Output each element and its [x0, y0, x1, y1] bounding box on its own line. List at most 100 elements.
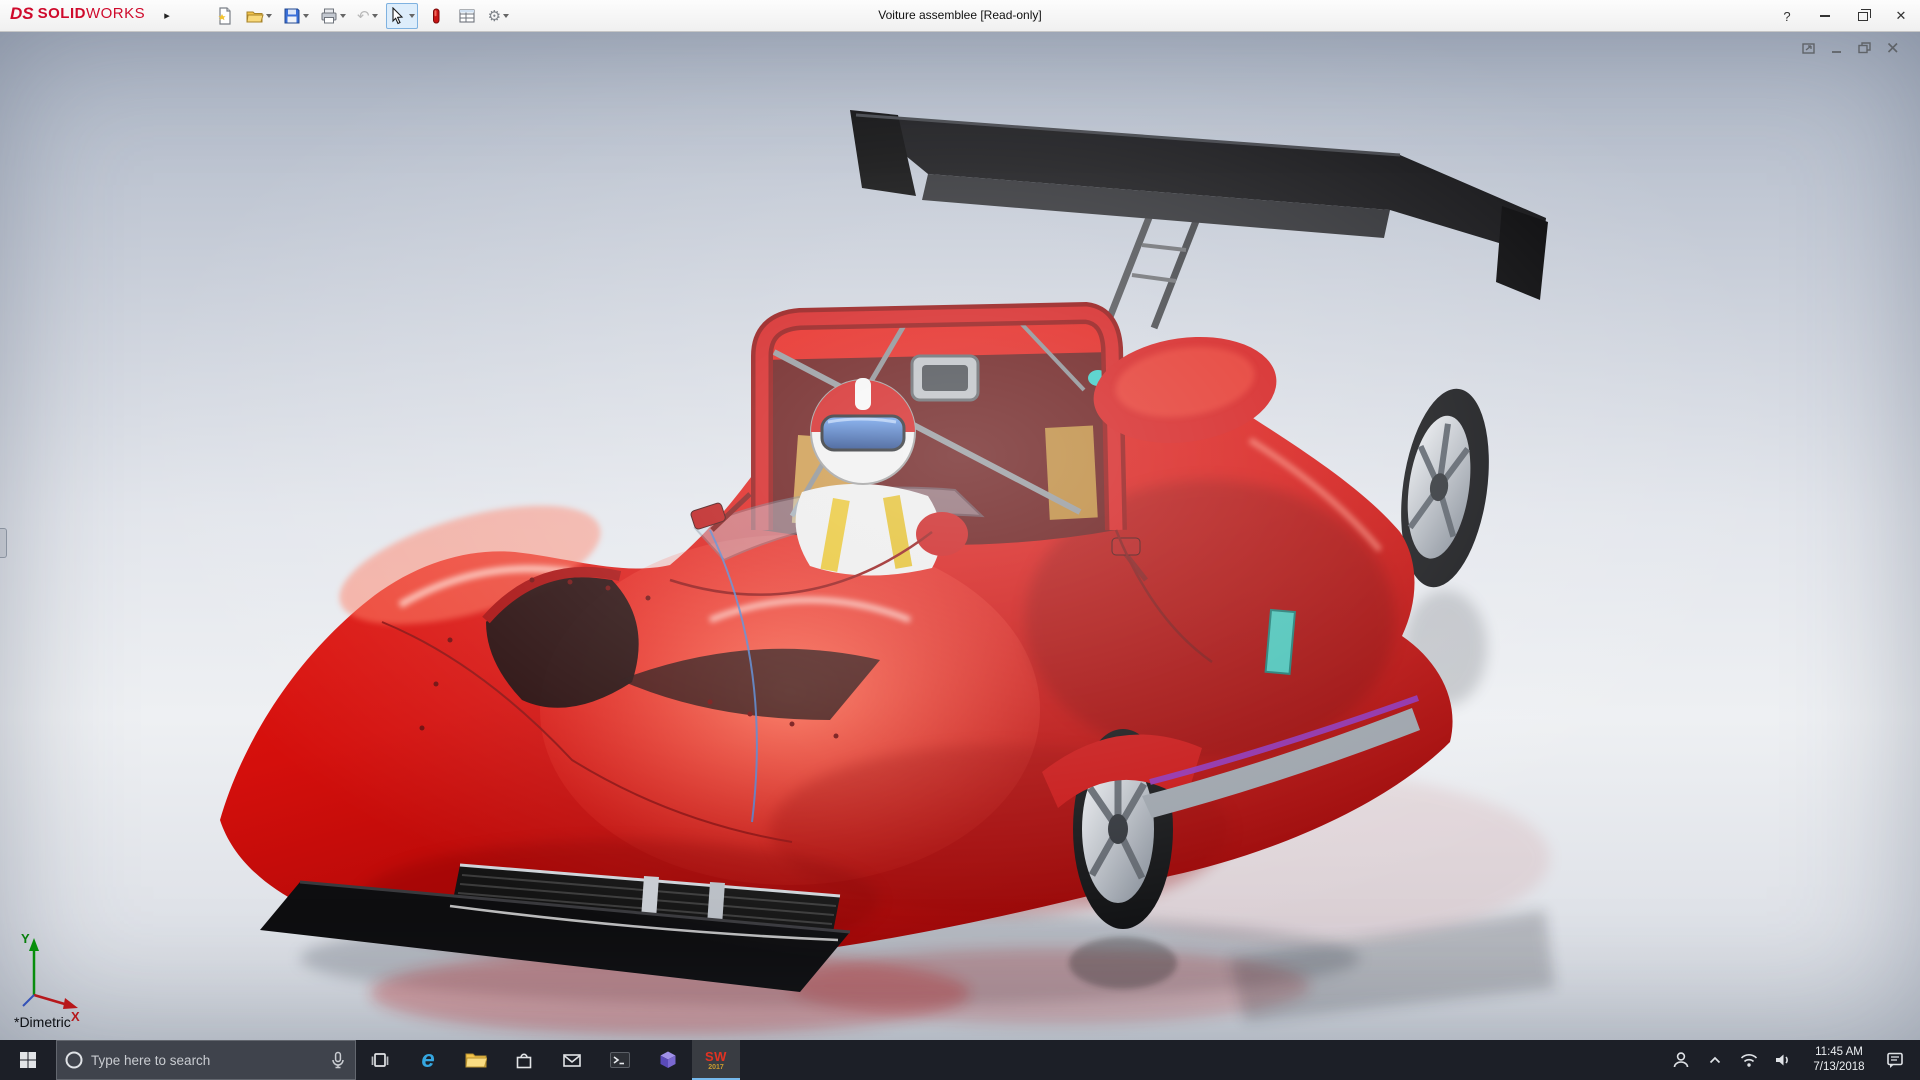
save-button[interactable]: [280, 3, 312, 29]
menu-flyout-arrow-icon[interactable]: ▸: [158, 3, 176, 27]
speaker-icon: [1773, 1051, 1793, 1069]
help-button[interactable]: ?: [1776, 5, 1798, 27]
taskbar-app-mail[interactable]: [548, 1040, 596, 1080]
doc-restore-icon: [1857, 41, 1873, 55]
options-dropdown-caret-icon[interactable]: [503, 14, 509, 18]
cube-app-icon: [658, 1050, 678, 1070]
windows-logo-icon: [19, 1051, 37, 1069]
doc-close-button[interactable]: [1884, 40, 1902, 56]
action-center-icon: [1885, 1050, 1905, 1070]
new-document-icon: [216, 7, 234, 25]
undo-icon: ↶: [357, 7, 370, 25]
wifi-icon: [1739, 1051, 1759, 1069]
graphics-viewport[interactable]: Y X *Dimetric: [0, 32, 1920, 1040]
featuremanager-collapsed-tab[interactable]: [0, 528, 7, 558]
clock-time: 11:45 AM: [1815, 1045, 1863, 1060]
action-center-button[interactable]: [1880, 1040, 1910, 1080]
task-view-icon: [370, 1050, 390, 1070]
terminal-icon: [609, 1050, 631, 1070]
save-floppy-icon: [283, 7, 301, 25]
edge-icon: e: [421, 1046, 434, 1074]
close-button[interactable]: ✕: [1890, 5, 1912, 27]
air-intake: [912, 356, 978, 400]
titlebar: DS SOLIDWORKS ▸: [0, 0, 1920, 32]
doc-close-icon: [1885, 41, 1901, 55]
brand-works: WORKS: [86, 5, 145, 22]
close-icon: ✕: [1896, 8, 1907, 24]
quick-access-toolbar: ↶ ⚙: [212, 2, 512, 30]
properties-table-icon: [458, 7, 476, 25]
rear-wing: [850, 110, 1548, 328]
solidworks-logo: DS SOLIDWORKS: [10, 4, 145, 24]
x-axis-arrow-icon: [63, 998, 78, 1009]
window-controls: ? ✕: [1776, 0, 1912, 32]
windows-taskbar: e SW 20: [0, 1040, 1920, 1080]
document-window-controls: [1800, 40, 1902, 56]
start-button[interactable]: [0, 1040, 56, 1080]
undo-dropdown-caret-icon[interactable]: [372, 14, 378, 18]
doc-minimize-icon: [1829, 41, 1845, 55]
brand-solid: SOLID: [38, 5, 86, 22]
search-input[interactable]: [91, 1053, 321, 1068]
macro-record-button[interactable]: [423, 3, 449, 29]
hidden-icons-button[interactable]: [1700, 1040, 1730, 1080]
macro-record-icon: [427, 7, 445, 25]
printer-icon: [320, 7, 338, 25]
solidworks-2017-icon: SW 2017: [705, 1050, 727, 1071]
open-button[interactable]: [243, 3, 275, 29]
select-dropdown-caret-icon[interactable]: [409, 14, 415, 18]
side-window-cyan: [1266, 610, 1295, 674]
open-folder-icon: [246, 7, 264, 25]
network-button[interactable]: [1734, 1040, 1764, 1080]
taskbar-app-edge[interactable]: e: [404, 1040, 452, 1080]
taskbar-app-store[interactable]: [500, 1040, 548, 1080]
taskbar-app-solidworks[interactable]: SW 2017: [692, 1040, 740, 1080]
doc-restore-button[interactable]: [1856, 40, 1874, 56]
mail-icon: [562, 1051, 582, 1069]
taskbar-app-file-explorer[interactable]: [452, 1040, 500, 1080]
doc-restore-up-button[interactable]: [1800, 40, 1818, 56]
store-bag-icon: [514, 1050, 534, 1070]
race-car-model[interactable]: [150, 60, 1570, 1040]
taskbar-app-terminal[interactable]: [596, 1040, 644, 1080]
doc-minimize-button[interactable]: [1828, 40, 1846, 56]
save-dropdown-caret-icon[interactable]: [303, 14, 309, 18]
microphone-icon: [330, 1051, 346, 1069]
volume-button[interactable]: [1768, 1040, 1798, 1080]
taskbar-clock[interactable]: 11:45 AM 7/13/2018: [1802, 1040, 1876, 1080]
properties-button[interactable]: [454, 3, 480, 29]
minimize-icon: [1820, 15, 1830, 17]
restore-icon: [1858, 12, 1868, 21]
orientation-triad: Y X: [16, 925, 86, 1021]
microphone-button[interactable]: [321, 1051, 355, 1069]
file-explorer-icon: [465, 1050, 487, 1070]
system-tray: 11:45 AM 7/13/2018: [1666, 1040, 1920, 1080]
print-button[interactable]: [317, 3, 349, 29]
chevron-up-icon: [1707, 1052, 1723, 1068]
select-cursor-icon: [389, 7, 407, 25]
person-icon: [1671, 1050, 1691, 1070]
y-axis-arrow-icon: [29, 938, 39, 951]
restore-button[interactable]: [1852, 5, 1874, 27]
gear-icon: ⚙: [488, 7, 501, 25]
taskbar-search[interactable]: [56, 1040, 356, 1080]
taskbar-app-cad-cube[interactable]: [644, 1040, 692, 1080]
clock-date: 7/13/2018: [1813, 1060, 1864, 1075]
print-dropdown-caret-icon[interactable]: [340, 14, 346, 18]
view-orientation-label: *Dimetric: [14, 1014, 71, 1030]
undo-button[interactable]: ↶: [354, 3, 381, 29]
doc-restore-up-icon: [1801, 41, 1817, 55]
options-button[interactable]: ⚙: [485, 3, 512, 29]
select-arrow-button[interactable]: [386, 3, 418, 29]
open-dropdown-caret-icon[interactable]: [266, 14, 272, 18]
task-view-button[interactable]: [356, 1040, 404, 1080]
y-axis-label: Y: [21, 931, 30, 946]
new-document-button[interactable]: [212, 3, 238, 29]
people-button[interactable]: [1666, 1040, 1696, 1080]
x-axis-label: X: [71, 1009, 80, 1021]
cortana-icon: [64, 1050, 84, 1070]
z-axis-line: [23, 995, 34, 1006]
minimize-button[interactable]: [1814, 5, 1836, 27]
dassault-logo-icon: DS: [10, 4, 34, 24]
window-title: Voiture assemblee [Read-only]: [878, 8, 1041, 22]
